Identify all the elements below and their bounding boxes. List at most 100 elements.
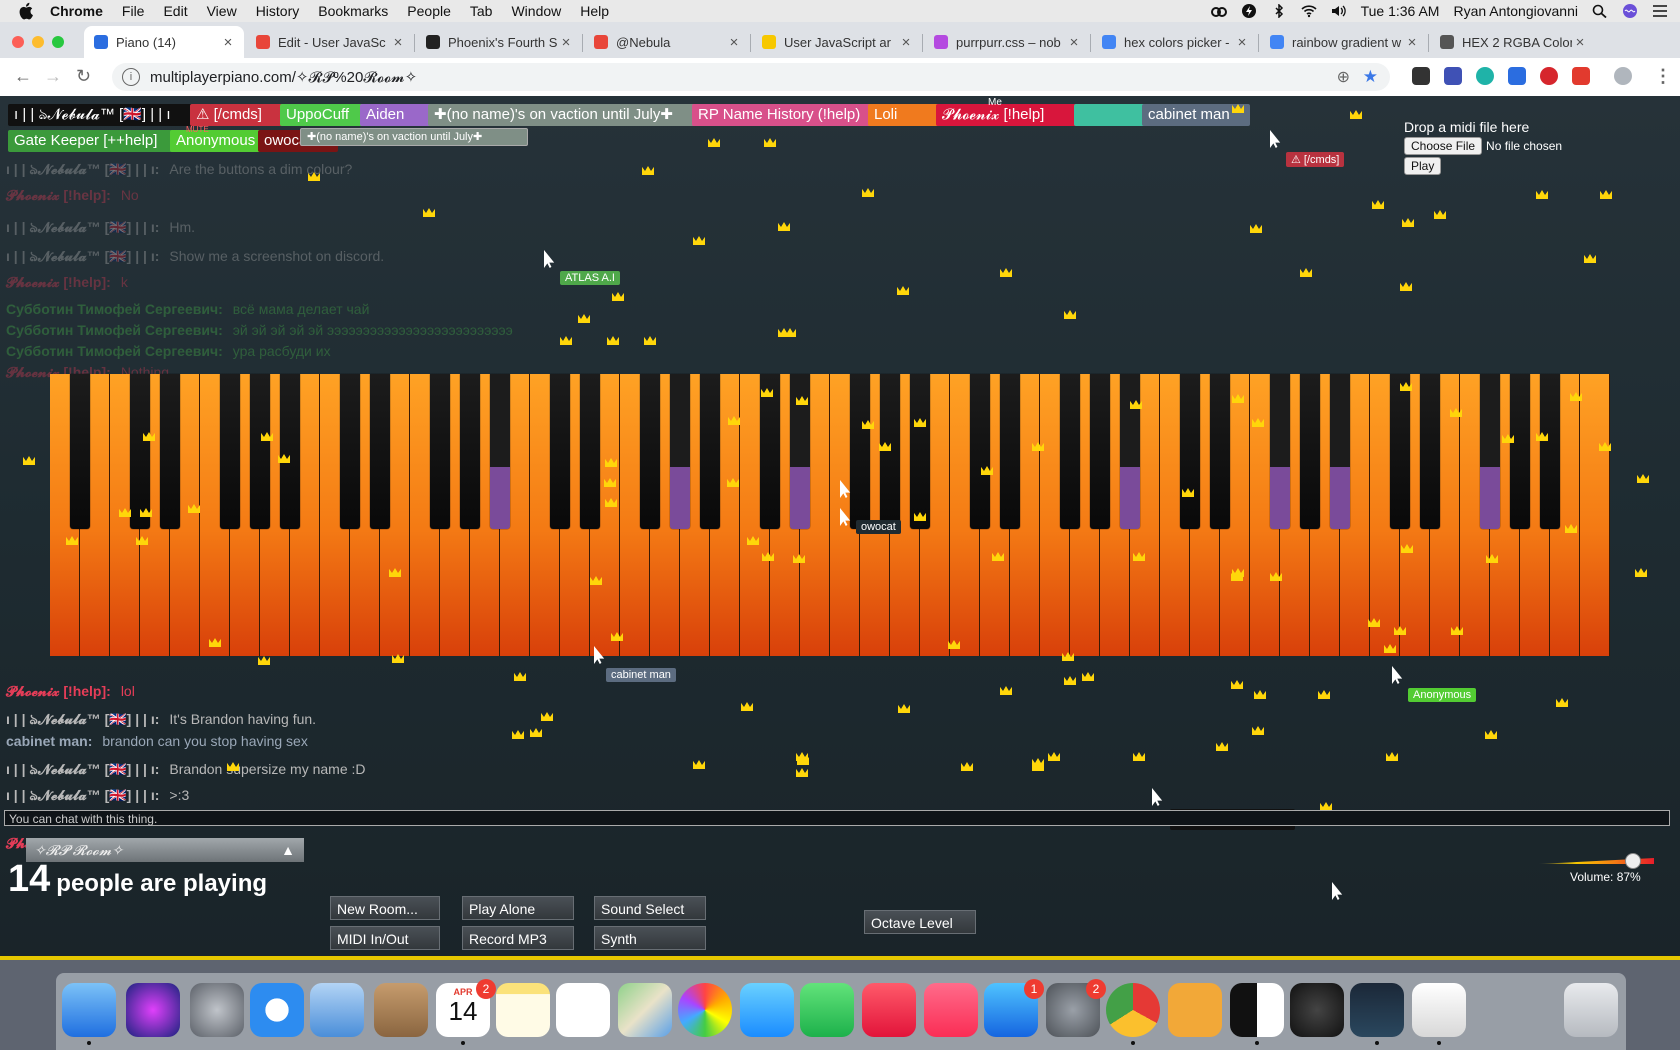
black-key[interactable] [1210, 374, 1230, 529]
player-name-tag[interactable]: Gate Keeper [++help] [8, 130, 176, 152]
facetime-icon[interactable] [800, 983, 854, 1037]
black-key[interactable] [880, 374, 900, 529]
black-key[interactable] [70, 374, 90, 529]
black-key[interactable] [130, 374, 150, 529]
black-key[interactable] [550, 374, 570, 529]
black-key[interactable] [850, 374, 870, 529]
calendar-icon[interactable]: APR 14 2 [436, 979, 496, 1045]
maps-icon[interactable] [618, 983, 672, 1037]
player-name-tag[interactable]: ⚠ [/cmds] [190, 104, 284, 126]
white-key[interactable] [1580, 374, 1610, 656]
piano-app-icon[interactable] [1230, 983, 1284, 1045]
player-name-tag[interactable] [1074, 104, 1148, 126]
browser-tab[interactable]: HEX 2 RGBA Color × [1430, 26, 1596, 58]
player-name-tag[interactable]: ✚(no name)'s on vaction until July✚ [300, 128, 528, 146]
black-key[interactable] [700, 374, 720, 529]
tab-close-icon[interactable]: × [898, 34, 914, 51]
browser-tab[interactable]: Phoenix's Fourth S × [416, 26, 582, 58]
siri-icon[interactable] [1622, 4, 1638, 18]
room-dropdown-arrow-icon[interactable]: ▲ [276, 838, 300, 862]
steam-icon[interactable] [1350, 983, 1404, 1045]
black-key[interactable] [1510, 374, 1530, 529]
browser-tab[interactable]: User JavaScript ar × [752, 26, 922, 58]
mail-icon[interactable] [310, 983, 364, 1037]
minimize-window-button[interactable] [32, 36, 44, 48]
tab-close-icon[interactable]: × [220, 34, 236, 51]
zoom-icon[interactable]: ⊕ [1337, 67, 1350, 87]
extension-icon-3[interactable] [1476, 67, 1494, 85]
safari-icon[interactable] [250, 983, 304, 1037]
black-key[interactable] [1090, 374, 1110, 529]
black-key[interactable] [970, 374, 990, 529]
menu-window[interactable]: Window [511, 3, 561, 19]
black-key[interactable] [1480, 374, 1500, 529]
browser-tab[interactable]: purrpurr.css – nob × [924, 26, 1090, 58]
menu-file[interactable]: File [122, 3, 145, 19]
volume-icon[interactable] [1331, 4, 1347, 18]
black-key[interactable] [760, 374, 780, 529]
menu-bookmarks[interactable]: Bookmarks [318, 3, 388, 19]
black-key[interactable] [910, 374, 930, 529]
piano-keyboard[interactable] [50, 374, 1610, 656]
ableton-live-icon[interactable] [1168, 983, 1222, 1037]
menu-tab[interactable]: Tab [470, 3, 493, 19]
menu-edit[interactable]: Edit [163, 3, 187, 19]
close-window-button[interactable] [12, 36, 24, 48]
black-key[interactable] [670, 374, 690, 529]
black-key[interactable] [160, 374, 180, 529]
extension-icon-6[interactable] [1572, 67, 1590, 85]
menu-user-name[interactable]: Ryan Antongiovanni [1453, 3, 1578, 19]
chat-input[interactable]: You can chat with this thing. [4, 810, 1670, 826]
record-mp3-button[interactable]: Record MP3 [462, 926, 574, 950]
chrome-menu-icon[interactable]: ⋮ [1654, 66, 1672, 87]
menu-app-name[interactable]: Chrome [50, 3, 103, 19]
extension-icon-5[interactable] [1540, 67, 1558, 85]
browser-tab[interactable]: Edit - User JavaSc × [246, 26, 414, 58]
black-key[interactable] [340, 374, 360, 529]
black-key[interactable] [460, 374, 480, 529]
contacts-icon[interactable] [374, 983, 428, 1037]
black-key[interactable] [220, 374, 240, 529]
notes-icon[interactable] [496, 983, 550, 1037]
menu-clock[interactable]: Tue 1:36 AM [1361, 3, 1440, 19]
player-name-tag[interactable]: 𝓟𝓱𝓸𝓮𝓷𝓲𝔁 [!help] [936, 104, 1082, 126]
creative-cloud-icon[interactable] [1210, 4, 1227, 18]
system-preferences-icon[interactable]: 2 [1046, 979, 1106, 1037]
midi-play-button[interactable]: Play [1404, 157, 1442, 175]
messages-icon[interactable] [740, 983, 794, 1037]
browser-tab[interactable]: Piano (14) × [84, 26, 244, 58]
midi-in-out-button[interactable]: MIDI In/Out [330, 926, 440, 950]
apple-icon[interactable] [18, 2, 36, 20]
textedit-icon[interactable] [1412, 983, 1466, 1045]
black-key[interactable] [1060, 374, 1080, 529]
address-bar[interactable]: i multiplayerpiano.com/✧𝓡𝓟%20𝓡𝓸𝓸𝓶✧ ⊕ ★ [112, 63, 1390, 91]
synth-button[interactable]: Synth [594, 926, 706, 950]
player-name-tag[interactable]: UppoCuff [280, 104, 366, 126]
tab-close-icon[interactable]: × [558, 34, 574, 51]
black-key[interactable] [1300, 374, 1320, 529]
obs-icon[interactable] [1290, 983, 1344, 1037]
chrome-icon[interactable] [1106, 983, 1160, 1045]
notification-center-icon[interactable] [1652, 4, 1668, 18]
new-room-button[interactable]: New Room... [330, 896, 440, 920]
black-key[interactable] [1120, 374, 1140, 529]
choose-file-button[interactable]: Choose File [1404, 137, 1483, 155]
forward-button[interactable]: → [44, 66, 62, 87]
black-key[interactable] [370, 374, 390, 529]
black-key[interactable] [1270, 374, 1290, 529]
siri-icon[interactable] [126, 983, 180, 1037]
extension-icon-1[interactable] [1412, 67, 1430, 85]
music-icon[interactable] [924, 983, 978, 1037]
spotlight-icon[interactable] [1592, 4, 1608, 18]
player-name-tag[interactable]: ✚(no name)'s on vaction until July✚ [428, 104, 700, 126]
bluetooth-icon[interactable] [1271, 4, 1287, 18]
black-key[interactable] [490, 374, 510, 529]
black-key[interactable] [1000, 374, 1020, 529]
sound-select-button[interactable]: Sound Select [594, 896, 706, 920]
player-name-tag[interactable]: Anonymous [170, 130, 266, 152]
browser-tab[interactable]: rainbow gradient w × [1260, 26, 1428, 58]
black-key[interactable] [280, 374, 300, 529]
volume-knob[interactable] [1625, 853, 1641, 869]
black-key[interactable] [580, 374, 600, 529]
black-key[interactable] [250, 374, 270, 529]
